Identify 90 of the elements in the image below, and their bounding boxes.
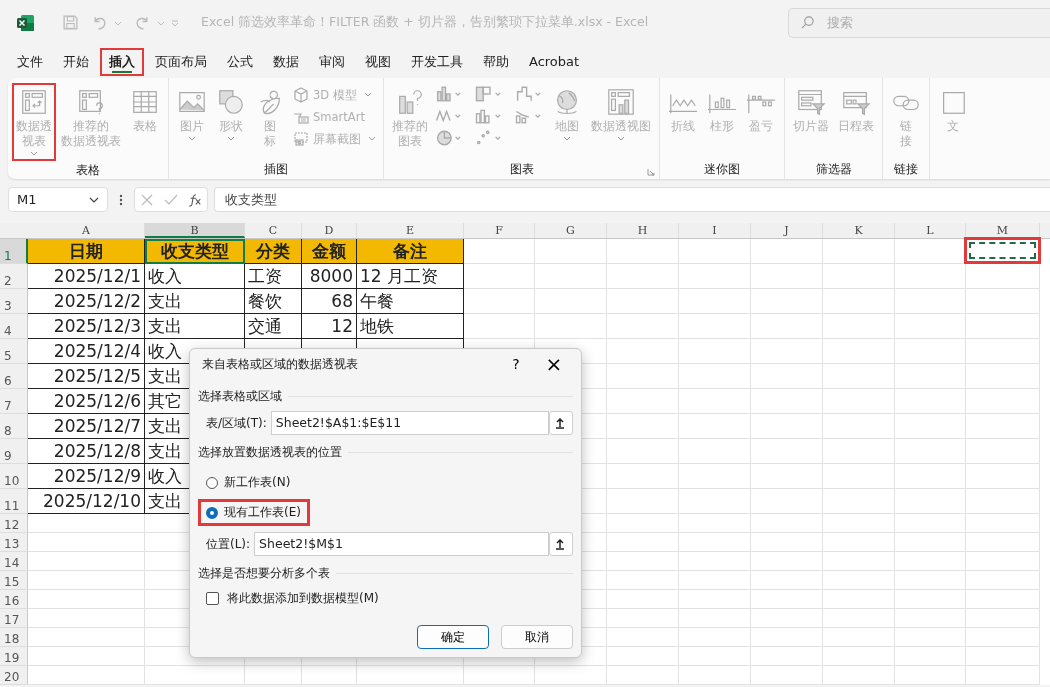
- group-label: 迷你图: [704, 161, 740, 177]
- ribbon-tab[interactable]: 帮助: [474, 47, 518, 76]
- row-header[interactable]: 13: [0, 533, 28, 552]
- section-heading: 选择是否想要分析多个表: [198, 564, 330, 582]
- row-header[interactable]: 7: [0, 389, 28, 414]
- row-header[interactable]: 9: [0, 439, 28, 464]
- location-field[interactable]: Sheet2!$M$1: [254, 532, 549, 556]
- ribbon-tab[interactable]: 开始: [54, 47, 98, 76]
- radio-option[interactable]: 现有工作表(E): [198, 499, 310, 526]
- row-header[interactable]: 17: [0, 609, 28, 628]
- table-cell: 工资: [245, 264, 302, 289]
- ribbon-tab[interactable]: 审阅: [310, 47, 354, 76]
- column-header[interactable]: K: [823, 223, 895, 238]
- ribbon-tab[interactable]: 数据: [264, 47, 308, 76]
- row-header[interactable]: 20: [0, 666, 28, 685]
- table-cell: 支出: [145, 314, 245, 339]
- table-cell: 备注: [357, 239, 464, 264]
- table-cell: 日期: [28, 239, 145, 264]
- column-header[interactable]: I: [679, 223, 751, 238]
- column-header[interactable]: C: [245, 223, 302, 238]
- column-header[interactable]: E: [357, 223, 464, 238]
- table-cell: 餐饮: [245, 289, 302, 314]
- table-cell: 12 月工资: [357, 264, 464, 289]
- formula-field[interactable]: 收支类型: [214, 187, 1050, 212]
- table-cell: 2025/12/3: [28, 314, 145, 339]
- column-header[interactable]: D: [302, 223, 357, 238]
- close-button[interactable]: ×: [535, 350, 573, 378]
- row-header[interactable]: 14: [0, 552, 28, 571]
- ribbon-tab[interactable]: Acrobat: [520, 49, 589, 74]
- table-cell: 收支类型: [145, 239, 245, 264]
- ribbon-tab[interactable]: 开发工具: [402, 47, 472, 76]
- row-header[interactable]: 15: [0, 571, 28, 590]
- table-cell: 午餐: [357, 289, 464, 314]
- column-header[interactable]: H: [607, 223, 679, 238]
- table-cell: 2025/12/4: [28, 339, 145, 364]
- table-cell: 交通: [245, 314, 302, 339]
- row-header[interactable]: 6: [0, 364, 28, 389]
- group-label: 表格: [76, 162, 100, 178]
- column-header[interactable]: F: [464, 223, 535, 238]
- table-cell: 2025/12/8: [28, 439, 145, 464]
- table-cell: 2025/12/2: [28, 289, 145, 314]
- cancel-button[interactable]: 取消: [501, 625, 573, 649]
- table-cell: 2025/12/5: [28, 364, 145, 389]
- column-header[interactable]: M: [966, 223, 1040, 238]
- row-header[interactable]: 4: [0, 314, 28, 339]
- row-header[interactable]: 5: [0, 339, 28, 364]
- table-cell: 2025/12/9: [28, 464, 145, 489]
- row-header[interactable]: 12: [0, 514, 28, 533]
- table-cell: 68: [302, 289, 357, 314]
- field-label: 位置(L):: [206, 535, 251, 553]
- table-cell: 2025/12/1: [28, 264, 145, 289]
- group-label: 筛选器: [815, 161, 852, 177]
- row-header[interactable]: 2: [0, 264, 28, 289]
- ribbon-tab[interactable]: 视图: [356, 47, 400, 76]
- column-header[interactable]: J: [751, 223, 823, 238]
- table-cell: 8000: [302, 264, 357, 289]
- table-cell: 金额: [302, 239, 357, 264]
- ribbon-tab[interactable]: 页面布局: [146, 47, 216, 76]
- row-header[interactable]: 3: [0, 289, 28, 314]
- table-cell: 支出: [145, 289, 245, 314]
- table-cell: 2025/12/6: [28, 389, 145, 414]
- help-button[interactable]: ?: [497, 350, 535, 378]
- group-label: 图表: [509, 161, 534, 177]
- column-header[interactable]: B: [145, 223, 245, 238]
- table-cell: 分类: [245, 239, 302, 264]
- table-cell: 收入: [145, 264, 245, 289]
- table-cell: 2025/12/7: [28, 414, 145, 439]
- name-box[interactable]: M1: [8, 187, 108, 212]
- range-field[interactable]: Sheet2!$A$1:$E$11: [270, 411, 549, 435]
- row-header[interactable]: 16: [0, 590, 28, 609]
- ribbon-tab[interactable]: 插入: [100, 47, 144, 76]
- checkbox-option[interactable]: 将此数据添加到数据模型(M): [198, 590, 573, 607]
- row-header[interactable]: 1: [0, 239, 28, 264]
- ok-button[interactable]: 确定: [417, 625, 489, 649]
- group-label: 链接: [894, 161, 918, 177]
- ribbon-tab[interactable]: 公式: [218, 47, 262, 76]
- table-cell: 12: [302, 314, 357, 339]
- search-field[interactable]: 搜索: [788, 7, 1050, 38]
- ribbon-tab[interactable]: 文件: [8, 47, 52, 76]
- column-header[interactable]: G: [535, 223, 607, 238]
- row-header[interactable]: 19: [0, 647, 28, 666]
- row-header[interactable]: 11: [0, 489, 28, 514]
- group-label: 插图: [264, 161, 288, 177]
- row-header[interactable]: 18: [0, 628, 28, 647]
- table-cell: 地铁: [357, 314, 464, 339]
- row-header[interactable]: 10: [0, 464, 28, 489]
- window-title: Excel 筛选效率革命！FILTER 函数 + 切片器，告别繁琐下拉菜单.xlsx - Excel: [201, 14, 649, 31]
- table-cell: 2025/12/10: [28, 489, 145, 514]
- column-header[interactable]: L: [895, 223, 966, 238]
- row-header[interactable]: 8: [0, 414, 28, 439]
